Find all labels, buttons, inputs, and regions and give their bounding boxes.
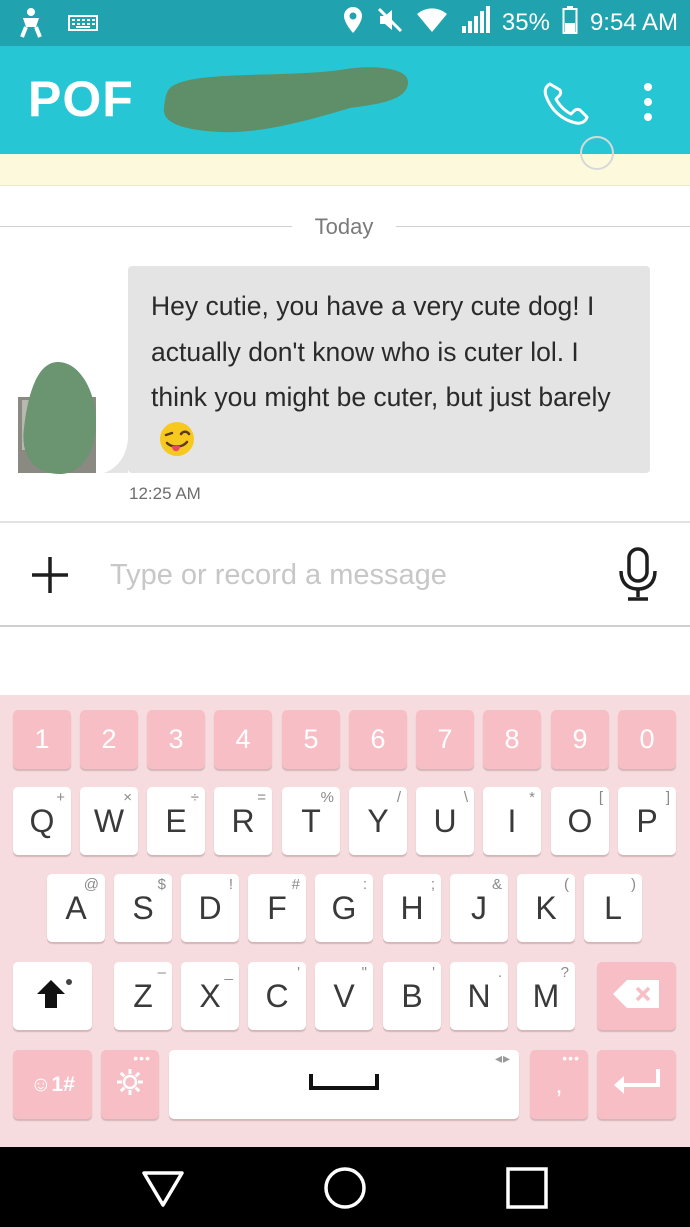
key-p[interactable]: ] P bbox=[618, 787, 676, 855]
keyboard-icon bbox=[68, 15, 98, 36]
wifi-icon bbox=[416, 7, 448, 40]
avatar[interactable] bbox=[18, 362, 98, 476]
microphone-icon[interactable] bbox=[616, 547, 660, 603]
battery-percent: 35% bbox=[501, 9, 550, 36]
key-k[interactable]: (K bbox=[517, 874, 575, 942]
recents-icon[interactable] bbox=[504, 1165, 550, 1211]
backspace-key[interactable] bbox=[597, 962, 676, 1030]
key-g[interactable]: :G bbox=[315, 874, 373, 942]
key-4[interactable]: 4 bbox=[214, 710, 272, 769]
clock: 9:54 AM bbox=[589, 9, 678, 36]
enter-key[interactable] bbox=[597, 1050, 676, 1119]
app-logo: POF bbox=[28, 71, 134, 127]
key-w[interactable]: × W bbox=[80, 787, 138, 855]
key-2[interactable]: 2 bbox=[80, 710, 138, 769]
divider-line-right bbox=[396, 226, 690, 227]
key-q[interactable]: + Q bbox=[13, 787, 71, 855]
home-icon[interactable] bbox=[322, 1165, 368, 1211]
key-e[interactable]: ÷ E bbox=[147, 787, 205, 855]
key-3[interactable]: 3 bbox=[147, 710, 205, 769]
more-vert-icon[interactable] bbox=[632, 80, 664, 124]
settings-key[interactable]: ••• bbox=[101, 1050, 159, 1119]
message-bubble[interactable]: Hey cutie, you have a very cute dog! I a… bbox=[128, 266, 650, 473]
compose-divider-bottom bbox=[0, 625, 690, 627]
keyboard: 1 2 3 4 5 6 7 8 9 0 + Q × W ÷ E = R % T / Y \ U… bbox=[0, 695, 690, 1147]
divider-line-left bbox=[0, 226, 292, 227]
key-v[interactable]: " V bbox=[315, 962, 373, 1030]
signal-icon bbox=[460, 5, 490, 41]
key-b[interactable]: ' B bbox=[383, 962, 441, 1030]
shift-key[interactable] bbox=[13, 962, 92, 1030]
compose-bar bbox=[0, 523, 690, 626]
key-z[interactable]: – Z bbox=[114, 962, 172, 1030]
location-icon bbox=[342, 6, 364, 41]
back-icon[interactable] bbox=[140, 1165, 186, 1211]
phone-icon[interactable] bbox=[540, 78, 592, 126]
screen: 35% 9:54 AM POF Today Hey cutie, you hav… bbox=[0, 0, 690, 1227]
key-x[interactable]: _ X bbox=[181, 962, 239, 1030]
backspace-icon bbox=[612, 979, 661, 1013]
contact-name-redaction bbox=[160, 60, 412, 138]
message-input[interactable] bbox=[110, 553, 590, 597]
battery-icon bbox=[562, 5, 578, 41]
message-text: Hey cutie, you have a very cute dog! I a… bbox=[151, 284, 630, 471]
date-label: Today bbox=[314, 214, 374, 239]
key-c[interactable]: ' C bbox=[248, 962, 306, 1030]
notice-circle bbox=[580, 136, 614, 170]
key-t[interactable]: % T bbox=[282, 787, 340, 855]
symbols-key[interactable]: ☺1# bbox=[13, 1050, 92, 1119]
winking-face-with-tongue-emoji bbox=[157, 421, 197, 472]
figure-icon bbox=[14, 6, 48, 45]
date-divider: Today bbox=[0, 210, 690, 242]
key-6[interactable]: 6 bbox=[349, 710, 407, 769]
comma-key[interactable]: •••, bbox=[530, 1050, 588, 1119]
navigation-bar bbox=[0, 1147, 690, 1227]
shift-icon bbox=[33, 976, 73, 1017]
key-f[interactable]: # F bbox=[248, 874, 306, 942]
key-n[interactable]: .N bbox=[450, 962, 508, 1030]
key-0[interactable]: 0 bbox=[618, 710, 676, 769]
plus-icon[interactable] bbox=[28, 553, 72, 597]
key-d[interactable]: ! D bbox=[181, 874, 239, 942]
key-h[interactable]: ; H bbox=[383, 874, 441, 942]
notice-strip bbox=[0, 136, 690, 186]
settings-icon bbox=[115, 1067, 145, 1102]
key-y[interactable]: / Y bbox=[349, 787, 407, 855]
spacebar-key[interactable]: ◂▸ bbox=[169, 1050, 519, 1119]
key-m[interactable]: ? M bbox=[517, 962, 575, 1030]
key-j[interactable]: & J bbox=[450, 874, 508, 942]
key-u[interactable]: \ U bbox=[416, 787, 474, 855]
key-l[interactable]: ) L bbox=[584, 874, 642, 942]
key-r[interactable]: = R bbox=[214, 787, 272, 855]
mute-icon bbox=[376, 6, 404, 41]
enter-icon bbox=[612, 1067, 662, 1102]
key-s[interactable]: $ S bbox=[114, 874, 172, 942]
key-7[interactable]: 7 bbox=[416, 710, 474, 769]
spacebar-icon bbox=[309, 1074, 379, 1095]
key-o[interactable]: [O bbox=[551, 787, 609, 855]
key-1[interactable]: 1 bbox=[13, 710, 71, 769]
key-9[interactable]: 9 bbox=[551, 710, 609, 769]
key-a[interactable]: @ A bbox=[47, 874, 105, 942]
status-bar: 35% 9:54 AM bbox=[0, 0, 690, 46]
key-8[interactable]: 8 bbox=[483, 710, 541, 769]
key-5[interactable]: 5 bbox=[282, 710, 340, 769]
message-timestamp: 12:25 AM bbox=[129, 484, 201, 503]
key-i[interactable]: * I bbox=[483, 787, 541, 855]
app-bar: POF bbox=[0, 46, 690, 154]
